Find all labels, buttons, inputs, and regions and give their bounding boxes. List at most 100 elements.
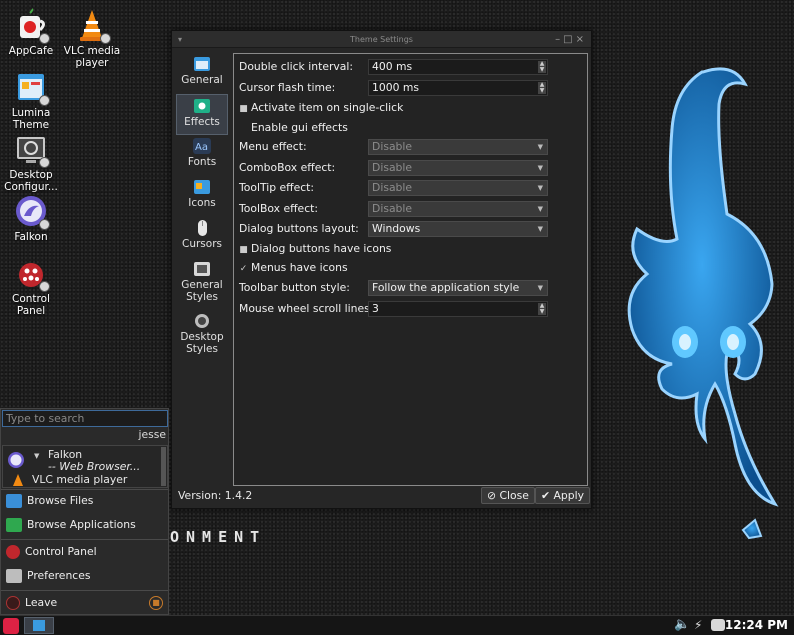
menu-item-leave[interactable]: Leave — [6, 593, 57, 613]
chevron-down-icon: ▼ — [537, 225, 543, 233]
spin-arrows-icon[interactable]: ▲ ▼ — [538, 61, 546, 73]
desktop-icon-desktop-config[interactable]: Desktop Configur... — [0, 132, 62, 193]
desktop-icon-appcafe[interactable]: AppCafe — [0, 8, 62, 57]
desktop-icon-falkon[interactable]: Falkon — [0, 194, 62, 243]
effects-settings-panel: Double click interval: 400 ms ▲ ▼ Cursor … — [233, 53, 588, 486]
version-label: Version: 1.4.2 — [178, 489, 253, 502]
single-click-checkbox[interactable]: ■ Activate item on single-click — [239, 99, 403, 117]
dialog-layout-label: Dialog buttons layout: — [239, 222, 359, 235]
toolbox-effect-label: ToolBox effect: — [239, 202, 319, 215]
dialog-icons-checkbox[interactable]: ■ Dialog buttons have icons — [239, 240, 391, 258]
menu-item-browse-applications[interactable]: Browse Applications — [6, 515, 136, 535]
window-menu-icon[interactable]: ▾ — [178, 31, 182, 48]
menu-effect-select[interactable]: Disable ▼ — [368, 139, 548, 155]
chevron-down-icon: ▼ — [34, 452, 40, 460]
cursor-flash-value: 1000 ms — [372, 81, 420, 94]
double-click-value: 400 ms — [372, 60, 413, 73]
toolbar-style-value: Follow the application style — [372, 281, 520, 294]
desktop-icon-vlc[interactable]: VLC media player — [61, 8, 123, 69]
search-input[interactable]: Type to search — [2, 410, 168, 427]
combobox-effect-select[interactable]: Disable ▼ — [368, 160, 548, 176]
tooltip-effect-select[interactable]: Disable ▼ — [368, 180, 548, 196]
single-click-label: Activate item on single-click — [251, 101, 404, 114]
folder-icon — [6, 494, 22, 508]
spin-arrows-icon[interactable]: ▲ ▼ — [538, 82, 546, 94]
recent-app-name: VLC media player — [32, 473, 128, 486]
sidebar-item-general[interactable]: General — [176, 53, 228, 94]
desktop-icon-label: Desktop Configur... — [4, 169, 58, 193]
wheel-lines-value: 3 — [372, 302, 379, 315]
spin-arrows-icon[interactable]: ▲ ▼ — [538, 303, 546, 315]
window-controls[interactable]: –□× — [555, 31, 587, 48]
start-menu: Type to search jesse ▼ Falkon -- Web Bro… — [0, 408, 169, 615]
volume-icon[interactable]: 🔈 — [674, 617, 690, 632]
control-panel-icon — [6, 545, 20, 559]
start-menu-button[interactable] — [3, 618, 19, 634]
vlc-cone-icon — [13, 474, 23, 486]
sidebar-item-general-styles[interactable]: General Styles — [176, 258, 228, 310]
desktop-icon-label: Control Panel — [12, 293, 50, 317]
lock-icon[interactable]: ■ — [149, 596, 163, 610]
taskbar-window-button[interactable] — [24, 617, 54, 634]
gui-effects-checkbox[interactable]: Enable gui effects — [239, 119, 348, 137]
sidebar-item-cursors[interactable]: Cursors — [176, 217, 228, 258]
close-button-label: Close — [499, 489, 529, 502]
checkbox-indeterminate-icon: ■ — [239, 104, 248, 114]
menu-item-control-panel[interactable]: Control Panel — [6, 542, 97, 562]
maximize-icon[interactable]: □ — [563, 34, 575, 45]
sidebar-item-label: Icons — [188, 197, 216, 209]
menu-item-label: Preferences — [27, 569, 91, 582]
chevron-down-icon: ▼ — [537, 164, 543, 172]
network-icon[interactable]: ⚡ — [694, 618, 702, 632]
double-click-spinbox[interactable]: 400 ms ▲ ▼ — [368, 59, 548, 75]
applications-icon — [6, 518, 22, 532]
menu-item-label: Control Panel — [25, 545, 97, 558]
sidebar-item-label: Desktop Styles — [180, 331, 224, 355]
sidebar-item-label: General Styles — [181, 279, 223, 303]
scrollbar[interactable] — [161, 447, 166, 486]
power-icon — [6, 596, 20, 610]
menu-item-preferences[interactable]: Preferences — [6, 566, 91, 586]
desktop-icon-control-panel[interactable]: Control Panel — [0, 256, 62, 317]
sidebar-item-icons[interactable]: Icons — [176, 176, 228, 217]
toolbox-effect-select[interactable]: Disable ▼ — [368, 201, 548, 217]
apply-button-label: Apply — [553, 489, 584, 502]
desktop-styles-icon — [193, 313, 211, 329]
sidebar-item-effects[interactable]: Effects — [176, 94, 228, 135]
chevron-down-icon: ▼ — [537, 205, 543, 213]
cursor-flash-spinbox[interactable]: 1000 ms ▲ ▼ — [368, 80, 548, 96]
menu-effect-value: Disable — [372, 140, 413, 153]
control-panel-icon — [14, 256, 50, 292]
recent-apps-list: ▼ Falkon -- Web Browser... VLC media pla… — [2, 445, 168, 488]
dialog-layout-select[interactable]: Windows ▼ — [368, 221, 548, 237]
double-click-label: Double click interval: — [239, 60, 354, 73]
appcafe-icon — [14, 8, 50, 44]
close-button[interactable]: ⊘ Close — [481, 487, 535, 504]
theme-settings-window[interactable]: ▾ Theme Settings –□× General Effects Aa … — [171, 30, 592, 509]
desktop-icon-lumina-theme[interactable]: Lumina Theme — [0, 70, 62, 131]
sidebar-item-fonts[interactable]: Aa Fonts — [176, 135, 228, 176]
general-icon — [193, 56, 211, 72]
menu-item-browse-files[interactable]: Browse Files — [6, 491, 93, 511]
toolbar-style-select[interactable]: Follow the application style ▼ — [368, 280, 548, 296]
apply-button[interactable]: ✔ Apply — [535, 487, 590, 504]
wheel-lines-spinbox[interactable]: 3 ▲ ▼ — [368, 301, 548, 317]
toolbar-style-label: Toolbar button style: — [239, 281, 350, 294]
menus-icons-checkbox[interactable]: ✓ Menus have icons — [239, 259, 348, 277]
desktop-icon-label: AppCafe — [8, 45, 54, 57]
clock[interactable]: 12:24 PM — [725, 618, 788, 632]
menus-icons-label: Menus have icons — [251, 261, 348, 274]
minimize-icon[interactable]: – — [555, 34, 563, 45]
sidebar-item-desktop-styles[interactable]: Desktop Styles — [176, 310, 228, 362]
close-icon[interactable]: × — [576, 34, 587, 45]
menu-divider — [1, 489, 168, 490]
menu-item-label: Browse Applications — [27, 518, 136, 531]
falkon-icon — [8, 452, 24, 468]
list-item-falkon[interactable]: ▼ Falkon -- Web Browser... — [6, 448, 156, 473]
checkmark-icon: ✓ — [239, 264, 248, 274]
toolbox-effect-value: Disable — [372, 202, 413, 215]
disk-icon[interactable] — [711, 619, 725, 631]
username-label: jesse — [138, 428, 166, 441]
window-titlebar[interactable]: ▾ Theme Settings –□× — [172, 31, 591, 48]
list-item-vlc[interactable]: VLC media player — [6, 473, 156, 487]
